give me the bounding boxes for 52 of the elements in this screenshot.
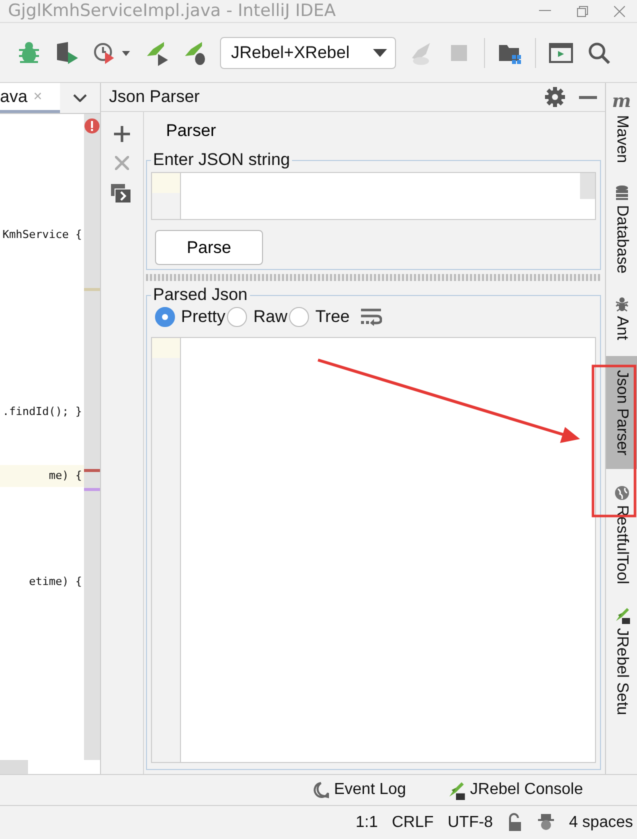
add-icon[interactable] xyxy=(114,126,130,142)
database-icon xyxy=(614,185,630,202)
mode-radio[interactable]: Tree xyxy=(289,307,350,327)
chevron-down-icon[interactable] xyxy=(73,94,87,102)
soft-wrap-icon[interactable] xyxy=(360,308,382,326)
run-configuration-dropdown[interactable]: JRebel+XRebel xyxy=(220,36,396,68)
speech-bubble-icon xyxy=(312,781,330,799)
group-title: Enter JSON string xyxy=(152,150,291,170)
group-title: Parsed Json xyxy=(152,285,248,305)
side-tab[interactable]: Database xyxy=(606,179,637,280)
caret-position[interactable]: 1:1 xyxy=(356,813,378,833)
parse-button[interactable]: Parse xyxy=(155,230,263,265)
maven-icon: m xyxy=(612,93,632,111)
side-tab[interactable]: JRebel Setu xyxy=(606,600,637,722)
scrollbar-thumb[interactable] xyxy=(0,760,28,774)
side-tab[interactable]: m Maven xyxy=(606,87,637,170)
caret-icon xyxy=(373,48,387,56)
side-tab[interactable]: Ant xyxy=(606,290,637,346)
gutter-marker xyxy=(84,488,100,491)
minimize-icon[interactable] xyxy=(539,10,551,12)
coverage-run-icon[interactable] xyxy=(54,40,80,66)
person-icon[interactable] xyxy=(536,813,555,831)
ant-icon xyxy=(614,296,630,312)
side-tab[interactable]: Json Parser xyxy=(606,356,637,469)
editor-tab[interactable]: ava × xyxy=(0,83,60,113)
tab-label: ava xyxy=(0,86,28,106)
restore-icon[interactable] xyxy=(577,6,588,16)
settings-icon[interactable] xyxy=(545,87,565,107)
indent-setting[interactable]: 4 spaces xyxy=(568,813,633,833)
unlocked-icon[interactable] xyxy=(506,813,523,831)
side-tab[interactable]: RestfulTool xyxy=(606,478,637,590)
minimize-icon[interactable] xyxy=(579,96,597,98)
code-line: KmhService { xyxy=(2,227,83,243)
bottom-tool-button[interactable]: JRebel Console xyxy=(440,779,589,801)
code-line: .findId(); } xyxy=(2,404,83,420)
mode-radio[interactable]: Pretty xyxy=(155,307,226,327)
gutter-marker xyxy=(84,469,100,472)
console-window-icon[interactable] xyxy=(111,184,133,204)
parser-tab[interactable]: Parser xyxy=(164,117,218,145)
code-line: etime) { xyxy=(28,574,83,590)
file-encoding[interactable]: UTF-8 xyxy=(448,813,493,833)
bottom-tool-button[interactable]: Event Log xyxy=(306,780,412,800)
gutter-marker xyxy=(84,288,100,291)
line-separator[interactable]: CRLF xyxy=(392,813,434,833)
mode-radio[interactable]: Raw xyxy=(227,307,288,327)
rocket-debug-icon[interactable] xyxy=(182,40,208,66)
tool-window-title: Json Parser xyxy=(109,87,200,107)
window-title: GjglKmhServiceImpl.java - IntelliJ IDEA xyxy=(7,1,336,21)
rocket-run-icon[interactable] xyxy=(144,40,170,66)
json-input-field[interactable] xyxy=(151,172,596,220)
close-icon[interactable] xyxy=(614,6,625,16)
globe-icon xyxy=(614,484,630,501)
